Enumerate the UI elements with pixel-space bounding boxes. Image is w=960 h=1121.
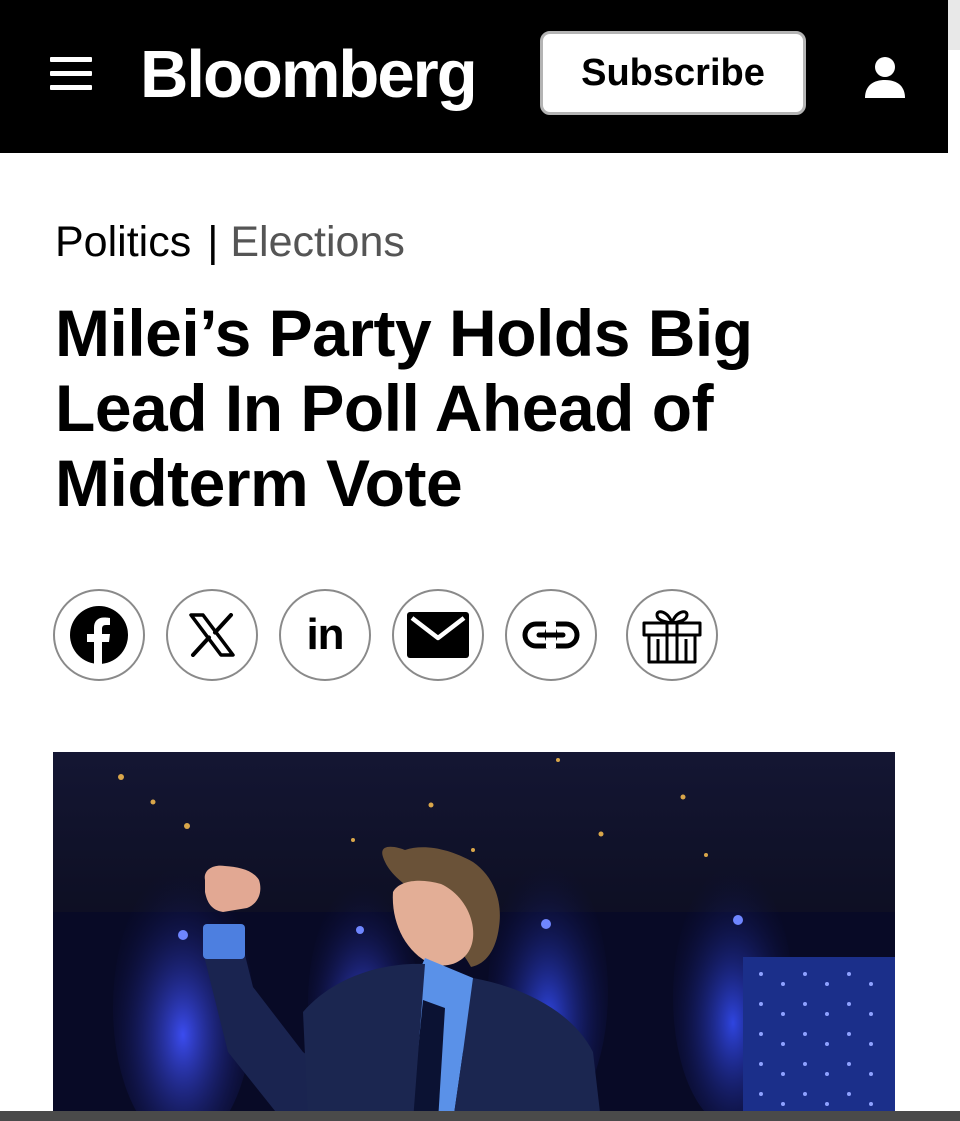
share-gift-button[interactable] [626, 589, 718, 681]
menu-bar [50, 85, 92, 90]
scrollbar-track [948, 0, 960, 50]
gift-icon [642, 610, 702, 664]
menu-bar [50, 71, 92, 76]
email-icon [407, 612, 469, 658]
subscribe-button[interactable]: Subscribe [540, 31, 806, 115]
bottom-edge-bar [0, 1111, 960, 1121]
link-icon [522, 621, 580, 649]
user-account-icon[interactable] [862, 54, 908, 100]
article-headline: Milei’s Party Holds Big Lead In Poll Ahe… [55, 296, 753, 520]
bloomberg-logo[interactable]: Bloomberg [140, 30, 478, 120]
share-linkedin-button[interactable]: in [279, 589, 371, 681]
breadcrumb-politics[interactable]: Politics [55, 218, 191, 266]
x-icon [189, 613, 235, 657]
share-facebook-button[interactable] [53, 589, 145, 681]
site-header: Bloomberg Subscribe [0, 0, 948, 153]
hero-photo [53, 752, 895, 1121]
hero-photo-illustration [53, 752, 895, 1121]
share-link-button[interactable] [505, 589, 597, 681]
share-email-button[interactable] [392, 589, 484, 681]
breadcrumb-elections[interactable]: Elections [230, 218, 404, 266]
facebook-icon [70, 606, 128, 665]
share-x-button[interactable] [166, 589, 258, 681]
breadcrumb-separator: | [207, 218, 219, 266]
linkedin-icon: in [306, 610, 344, 659]
menu-bar [50, 57, 92, 62]
menu-button[interactable] [50, 57, 92, 93]
breadcrumb: Politics | Elections [55, 214, 405, 270]
